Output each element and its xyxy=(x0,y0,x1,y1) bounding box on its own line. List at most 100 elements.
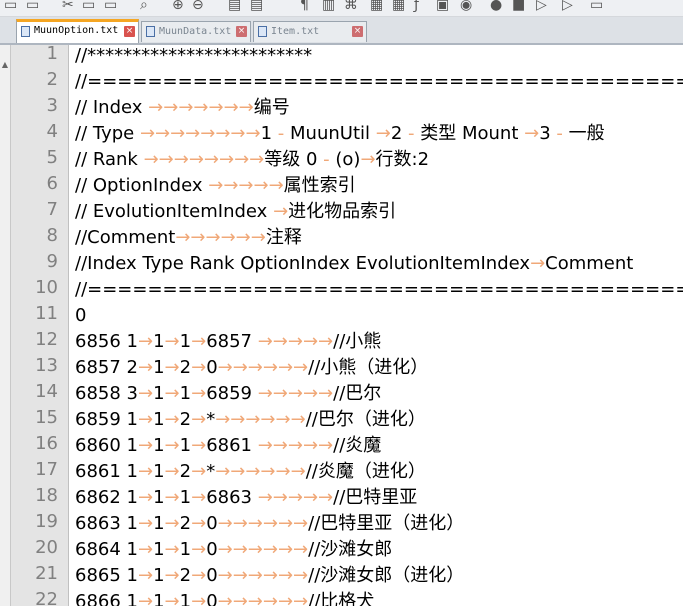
zoom-out-icon[interactable]: ⊖ xyxy=(192,0,204,13)
indent-guide-icon[interactable]: ▥ xyxy=(322,0,335,13)
code-text: 0 xyxy=(206,357,218,378)
code-text: 1 xyxy=(126,487,138,508)
code-text: 0 xyxy=(206,539,218,560)
code-line[interactable]: 6858 3→1→1→6859 →→→→→//巴尔 xyxy=(75,381,381,407)
code-text: Type xyxy=(92,123,135,144)
code-line[interactable]: //Index Type Rank OptionIndex EvolutionI… xyxy=(75,251,633,277)
code-line[interactable]: 6856 1→1→1→6857 →→→→→//小熊 xyxy=(75,329,381,355)
code-text: 6861 xyxy=(75,461,121,482)
tab-marker: → xyxy=(138,461,154,482)
scroll-up-icon[interactable]: ▲ xyxy=(0,60,10,69)
function-list-icon[interactable]: ƒ xyxy=(414,0,419,13)
code-text: Mount xyxy=(461,123,519,144)
line-number: 13 xyxy=(35,355,58,376)
editor-text-area[interactable]: //************************* //===========… xyxy=(69,45,683,606)
code-line[interactable]: // EvolutionItemIndex →进化物品索引 xyxy=(75,199,396,225)
code-text: //沙滩女郎（进化） xyxy=(308,565,465,586)
tab-item[interactable]: Item.txt × xyxy=(253,21,367,42)
tab-marker: → xyxy=(164,591,180,606)
cut-icon[interactable]: ✂ xyxy=(62,0,74,13)
code-line[interactable]: 6857 2→1→2→0→→→→→→//小熊（进化） xyxy=(75,355,428,381)
code-line[interactable]: 6864 1→1→1→0→→→→→→//沙滩女郎 xyxy=(75,537,392,563)
code-line[interactable]: 6859 1→1→2→*→→→→→→//巴尔（进化） xyxy=(75,407,426,433)
close-icon[interactable]: × xyxy=(236,26,247,37)
play-macro-icon[interactable]: ▷ xyxy=(536,0,547,13)
save-macro-icon[interactable]: ▭ xyxy=(590,0,603,13)
close-icon[interactable]: × xyxy=(352,26,363,37)
tab-marker: → xyxy=(138,409,154,430)
find-icon[interactable]: ⌕ xyxy=(140,0,148,13)
file-icon xyxy=(258,26,267,37)
code-text: 1 xyxy=(153,513,165,534)
code-line[interactable]: 6865 1→1→2→0→→→→→→//沙滩女郎（进化） xyxy=(75,563,464,589)
copy-icon[interactable]: ▭ xyxy=(82,0,95,13)
code-line[interactable]: //Comment→→→→→→注释 xyxy=(75,225,302,251)
code-text: 1 xyxy=(179,435,192,456)
tab-marker: → xyxy=(191,331,207,352)
line-number: 6 xyxy=(46,173,58,194)
code-text: 1 xyxy=(153,357,165,378)
code-text: //小熊 xyxy=(333,331,382,352)
monitoring-icon[interactable]: ◉ xyxy=(460,0,472,13)
tab-muundata[interactable]: MuunData.txt × xyxy=(141,21,251,42)
xml-tag-icon[interactable]: ⌘ xyxy=(344,0,358,13)
code-text: OptionIndex xyxy=(240,253,350,274)
new-file-icon[interactable]: ▭ xyxy=(4,0,17,13)
record-macro-icon[interactable]: ● xyxy=(490,0,502,13)
code-text: 0 xyxy=(206,565,218,586)
code-line[interactable]: // Index →→→→→→→编号 xyxy=(75,95,290,121)
code-line[interactable]: 6860 1→1→1→6861 →→→→→//炎魔 xyxy=(75,433,381,459)
code-line[interactable]: //======================================… xyxy=(75,277,683,303)
code-line[interactable]: // OptionIndex →→→→→属性索引 xyxy=(75,173,356,199)
code-text: 6861 xyxy=(206,435,252,456)
tab-marker: →→→→→→ xyxy=(175,227,266,248)
code-line[interactable]: 6863 1→1→2→0→→→→→→//巴特里亚（进化） xyxy=(75,511,464,537)
tab-marker: →→→→→→ xyxy=(217,513,309,534)
space-marker: - xyxy=(317,149,336,170)
sync-scroll-icon[interactable]: ▤ xyxy=(228,0,241,13)
code-line[interactable]: //======================================… xyxy=(75,69,683,95)
folder-as-workspace-icon[interactable]: ▣ xyxy=(436,0,449,13)
line-number: 20 xyxy=(35,537,58,558)
document-map-icon[interactable]: ▦ xyxy=(392,0,405,13)
line-number: 14 xyxy=(35,381,58,402)
tab-marker: →→→→→→ xyxy=(217,539,309,560)
tab-marker: → xyxy=(164,435,180,456)
code-text: // xyxy=(75,123,88,144)
tab-marker: →→→→→ xyxy=(252,487,334,508)
code-line[interactable]: // Rank →→→→→→→→等级 0 - (o)→行数:2 xyxy=(75,147,429,173)
word-wrap-icon[interactable]: ▤ xyxy=(250,0,263,13)
left-panel-edge[interactable]: ▲ xyxy=(0,45,11,606)
code-line[interactable]: //************************* xyxy=(75,45,312,69)
open-file-icon[interactable]: ▭ xyxy=(26,0,39,13)
code-line[interactable]: 6866 1→1→1→0→→→→→→//比格犬 xyxy=(75,589,374,606)
line-number: 22 xyxy=(35,589,58,610)
paste-icon[interactable]: ▭ xyxy=(104,0,117,13)
tab-marker: → xyxy=(138,383,154,404)
code-line[interactable]: 0 xyxy=(75,303,86,329)
stop-macro-icon[interactable]: ■ xyxy=(512,0,525,13)
close-icon[interactable]: × xyxy=(124,26,135,37)
code-text: 6856 xyxy=(75,331,121,352)
user-defined-language-icon[interactable]: ▦ xyxy=(370,0,383,13)
code-line[interactable]: 6862 1→1→1→6863 →→→→→//巴特里亚 xyxy=(75,485,417,511)
tab-marker: → xyxy=(138,435,154,456)
line-number: 2 xyxy=(46,69,58,90)
tab-marker: → xyxy=(191,539,207,560)
zoom-in-icon[interactable]: ⊕ xyxy=(172,0,184,13)
code-text: MuunUtil xyxy=(290,123,371,144)
code-text: 1 xyxy=(153,565,165,586)
code-text: 2 xyxy=(179,461,192,482)
tab-muunoption[interactable]: MuunOption.txt × xyxy=(16,19,139,43)
code-line[interactable]: // Type →→→→→→→→1 - MuunUtil →2 - 类型 Mou… xyxy=(75,121,605,147)
code-line[interactable]: 6861 1→1→2→*→→→→→→//炎魔（进化） xyxy=(75,459,426,485)
code-text: 0 xyxy=(305,149,318,170)
code-text: 1 xyxy=(153,435,165,456)
show-all-chars-icon[interactable]: ¶ xyxy=(300,0,309,13)
file-icon xyxy=(21,26,30,37)
tab-marker: → xyxy=(164,409,180,430)
run-macro-multiple-icon[interactable]: ▷ xyxy=(562,0,573,13)
code-text: 2 xyxy=(179,565,192,586)
tab-marker: → xyxy=(164,357,180,378)
code-text: 6857 xyxy=(75,357,121,378)
